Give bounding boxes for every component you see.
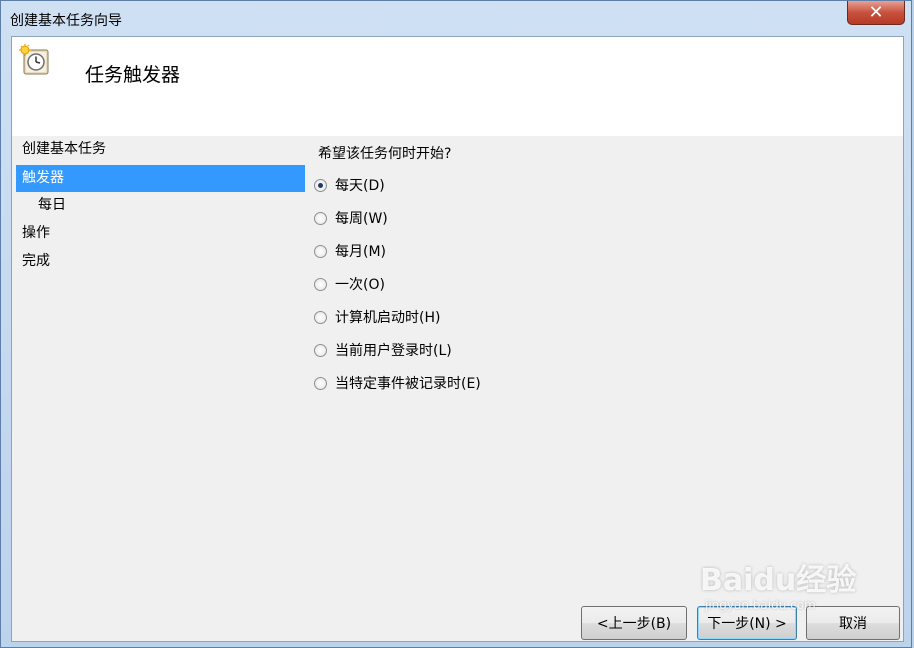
radio-daily[interactable]: 每天(D) [314, 174, 385, 196]
radio-label-at-logon: 当前用户登录时(L) [335, 343, 452, 359]
radio-once[interactable]: 一次(O) [314, 273, 385, 295]
radio-button-monthly[interactable] [314, 244, 327, 258]
sidebar-item-daily[interactable]: 每日 [16, 192, 305, 219]
wizard-header: 任务触发器 [12, 37, 903, 136]
radio-label-once: 一次(O) [335, 277, 385, 293]
sidebar-item-finish[interactable]: 完成 [16, 248, 305, 275]
radio-label-daily: 每天(D) [335, 178, 385, 194]
window-title: 创建基本任务向导 [10, 13, 122, 29]
cancel-button[interactable]: 取消 [806, 606, 900, 640]
radio-button-at-startup[interactable] [314, 310, 327, 324]
radio-label-weekly: 每周(W) [335, 211, 388, 227]
radio-button-at-logon[interactable] [314, 343, 327, 357]
radio-at-startup[interactable]: 计算机启动时(H) [314, 306, 440, 328]
radio-button-on-event[interactable] [314, 376, 327, 390]
wizard-steps-sidebar: 创建基本任务 触发器 每日 操作 完成 [12, 136, 305, 641]
radio-button-daily[interactable] [314, 178, 327, 192]
radio-button-once[interactable] [314, 277, 327, 291]
sidebar-item-trigger[interactable]: 触发器 [16, 165, 305, 192]
title-bar[interactable]: 创建基本任务向导 ✕ [1, 1, 911, 35]
radio-monthly[interactable]: 每月(M) [314, 240, 386, 262]
wizard-client-area: 任务触发器 创建基本任务 触发器 每日 操作 完成 希望该任务何时开始? 每天(… [11, 36, 904, 642]
close-button[interactable]: ✕ [847, 1, 905, 25]
sidebar-item-create-basic-task[interactable]: 创建基本任务 [16, 136, 305, 163]
radio-at-logon[interactable]: 当前用户登录时(L) [314, 339, 452, 361]
sidebar-item-action[interactable]: 操作 [16, 220, 305, 247]
radio-weekly[interactable]: 每周(W) [314, 207, 388, 229]
radio-label-on-event: 当特定事件被记录时(E) [335, 376, 481, 392]
radio-on-event[interactable]: 当特定事件被记录时(E) [314, 372, 481, 394]
page-title: 任务触发器 [85, 64, 181, 86]
start-question-label: 希望该任务何时开始? [318, 146, 452, 162]
trigger-options-panel: 希望该任务何时开始? 每天(D) 每周(W) 每月(M) 一次(O) 计算机启动… [305, 136, 903, 641]
wizard-window: 创建基本任务向导 ✕ 任务触发器 创建基本任务 触发器 每日 操作 完成 希望该… [0, 0, 912, 648]
radio-label-at-startup: 计算机启动时(H) [335, 310, 441, 326]
next-button[interactable]: 下一步(N) > [697, 606, 797, 640]
radio-label-monthly: 每月(M) [335, 244, 387, 260]
clock-task-icon [19, 44, 49, 75]
close-icon: ✕ [868, 2, 884, 23]
radio-button-weekly[interactable] [314, 211, 327, 225]
back-button[interactable]: <上一步(B) [581, 606, 687, 640]
